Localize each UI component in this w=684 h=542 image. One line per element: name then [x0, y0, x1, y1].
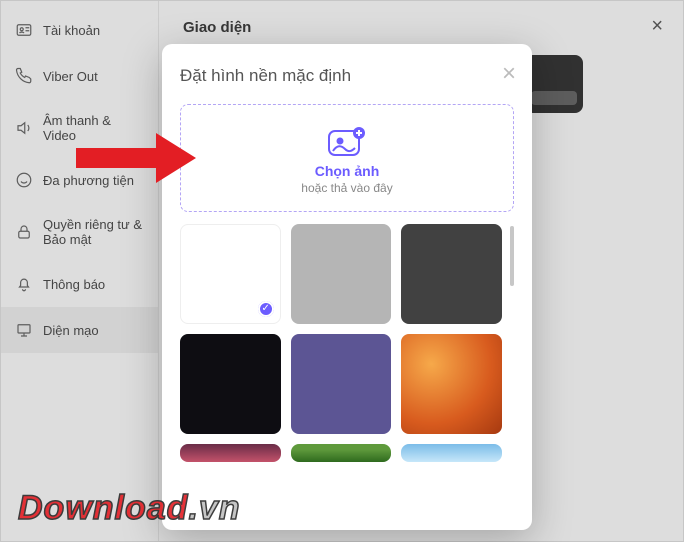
- scrollbar-thumb[interactable]: [510, 226, 514, 286]
- upload-subtitle: hoặc thả vào đây: [191, 181, 503, 195]
- bg-thumb-orange[interactable]: [401, 334, 502, 434]
- bg-thumb-green[interactable]: [291, 444, 392, 462]
- bg-thumb-purple[interactable]: [291, 334, 392, 434]
- bg-thumb-white[interactable]: [180, 224, 281, 324]
- image-plus-icon: [327, 125, 367, 157]
- upload-dropzone[interactable]: Chọn ảnh hoặc thả vào đây: [180, 104, 514, 212]
- upload-title: Chọn ảnh: [191, 163, 503, 179]
- modal-title: Đặt hình nền mặc định: [180, 66, 514, 86]
- bg-thumb-sky[interactable]: [401, 444, 502, 462]
- scrollbar[interactable]: [510, 226, 514, 462]
- close-icon[interactable]: ×: [502, 62, 516, 86]
- default-background-modal: Đặt hình nền mặc định × Chọn ảnh hoặc th…: [162, 44, 532, 530]
- background-grid: [180, 224, 502, 462]
- bg-thumb-sunset[interactable]: [180, 444, 281, 462]
- bg-thumb-black[interactable]: [180, 334, 281, 434]
- bg-thumb-grey[interactable]: [291, 224, 392, 324]
- bg-thumb-dark[interactable]: [401, 224, 502, 324]
